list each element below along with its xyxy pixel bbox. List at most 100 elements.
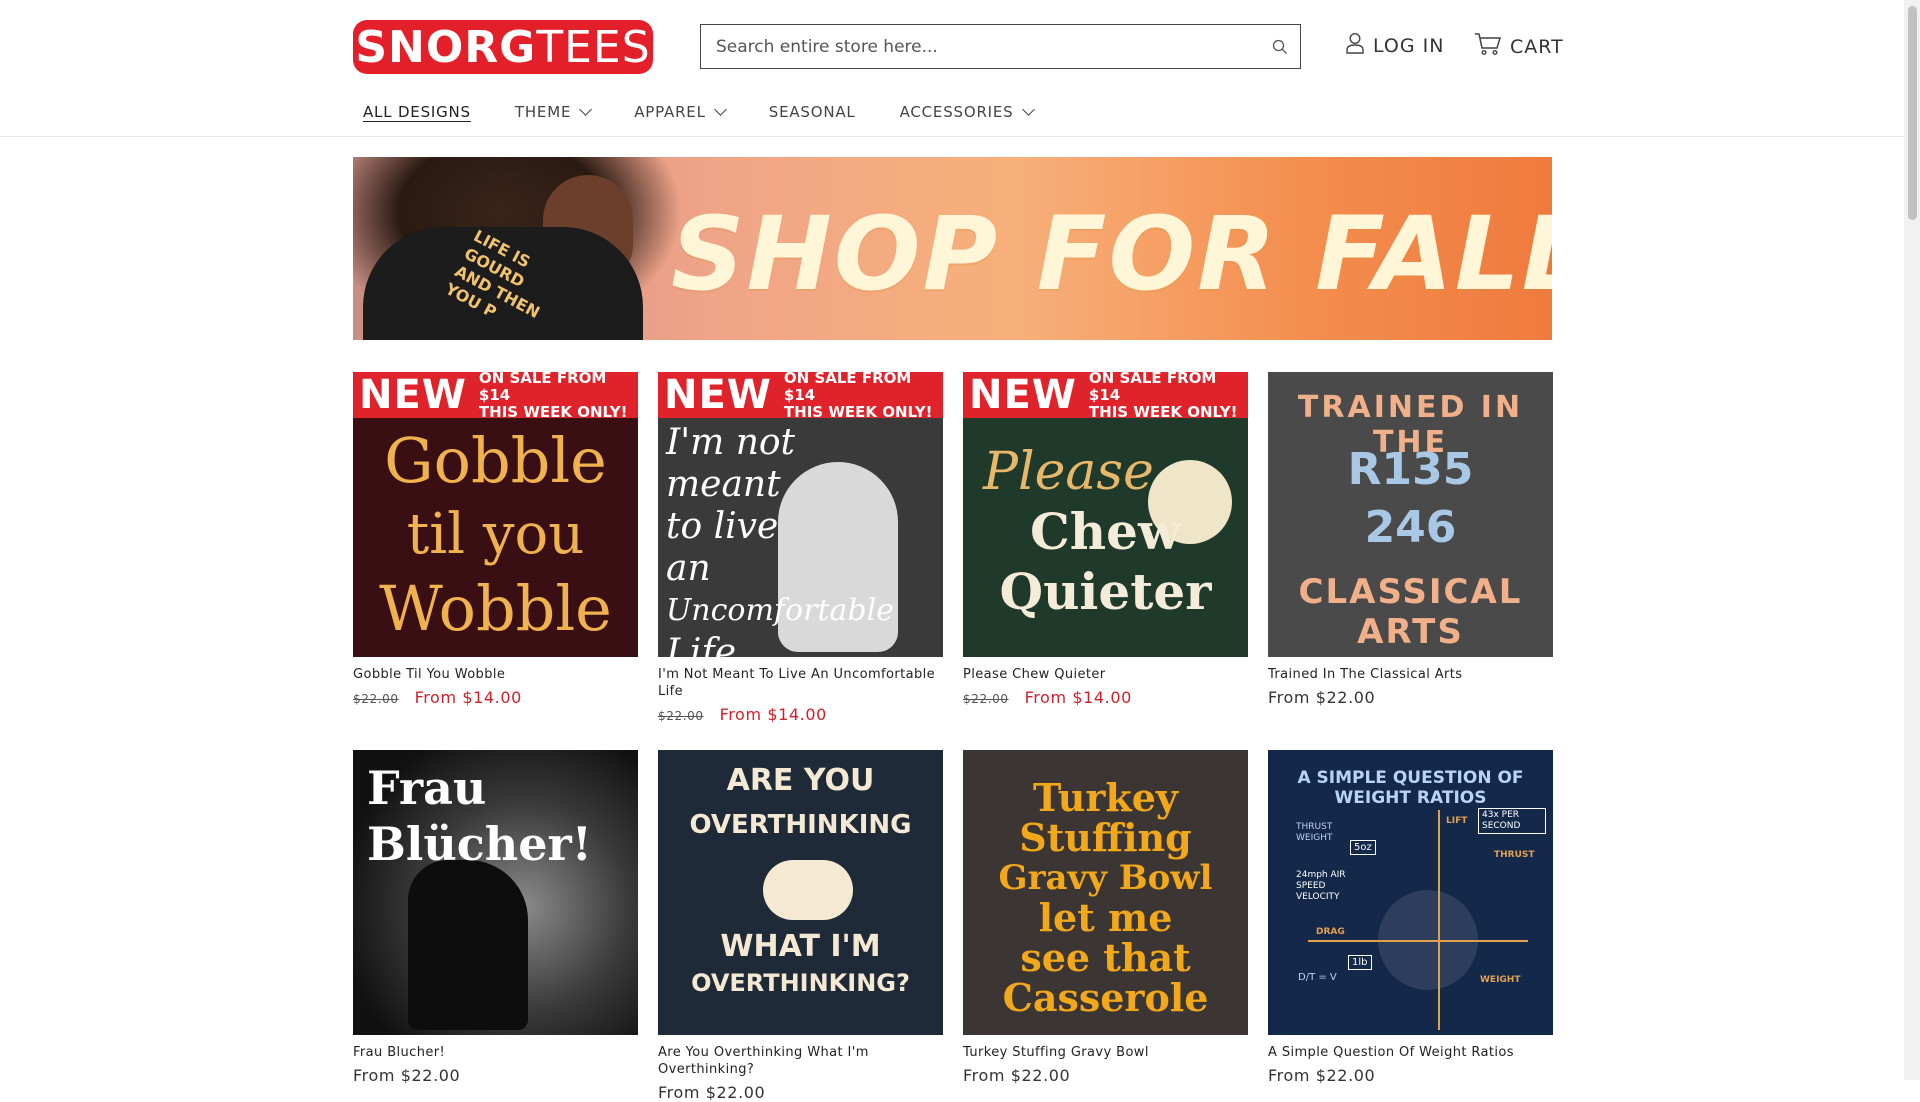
- promo-banner[interactable]: LIFE IS GOURD AND THEN YOU P SHOP FOR FA…: [353, 157, 1552, 340]
- art-text: Gravy Bowl: [998, 858, 1213, 898]
- cart-link[interactable]: CART: [1474, 32, 1564, 61]
- art-text: THRUST WEIGHT: [1296, 822, 1333, 843]
- art-text: ARE YOU: [726, 763, 875, 798]
- main-nav: ALL DESIGNS THEME APPAREL SEASONAL ACCES…: [353, 103, 1077, 121]
- force-arrow: [1438, 810, 1440, 1030]
- product-image[interactable]: NEW ON SALE FROM $14 THIS WEEK ONLY! Gobb…: [353, 372, 638, 657]
- chevron-down-icon: [579, 103, 593, 116]
- art-text: Uncomfortable: [666, 593, 894, 628]
- product-price: From $22.00: [963, 1066, 1248, 1085]
- product-card[interactable]: A SIMPLE QUESTION OF WEIGHT RATIOS THRUS…: [1268, 750, 1553, 1085]
- product-image[interactable]: ARE YOU OVERTHINKING WHAT I'M OVERTHINKI…: [658, 750, 943, 1035]
- page-scrollbar[interactable]: [1904, 0, 1920, 1080]
- product-name[interactable]: Please Chew Quieter: [963, 666, 1248, 683]
- original-price: $22.00: [658, 709, 704, 723]
- nav-item-accessories[interactable]: ACCESSORIES: [899, 103, 1035, 121]
- art-text: 1lb: [1348, 955, 1372, 970]
- product-card[interactable]: Turkey Stuffing Gravy Bowl let me see th…: [963, 750, 1248, 1085]
- cart-icon: [1474, 32, 1502, 61]
- product-art: A SIMPLE QUESTION OF WEIGHT RATIOS: [1268, 768, 1553, 808]
- badge-text: ON SALE FROM $14 THIS WEEK ONLY!: [784, 372, 943, 421]
- original-price: $22.00: [353, 692, 399, 706]
- product-name[interactable]: I'm Not Meant To Live An Uncomfortable L…: [658, 666, 943, 700]
- login-link[interactable]: LOG IN: [1345, 32, 1444, 59]
- price: From $22.00: [1268, 1066, 1376, 1085]
- product-card[interactable]: Frau Blücher! Frau Blucher! From $22.00: [353, 750, 638, 1085]
- art-text: R135: [1347, 444, 1474, 495]
- badge-text: ON SALE FROM $14 THIS WEEK ONLY!: [479, 372, 638, 421]
- art-text: CLASSICAL: [1298, 572, 1523, 612]
- badge-new: NEW: [969, 372, 1077, 418]
- product-name[interactable]: Frau Blucher!: [353, 1044, 638, 1061]
- art-text: A SIMPLE QUESTION OF: [1297, 768, 1524, 788]
- product-image[interactable]: TRAINED IN THE R135 246 CLASSICAL ARTS: [1268, 372, 1553, 657]
- badge-line: ON SALE FROM $14: [1088, 372, 1217, 404]
- nav-item-apparel[interactable]: APPAREL: [634, 103, 727, 121]
- art-text: 24mph AIR SPEED VELOCITY: [1296, 870, 1346, 902]
- art-text: Please: [983, 442, 1154, 502]
- product-card[interactable]: NEW ON SALE FROM $14 THIS WEEK ONLY! I'm …: [658, 372, 943, 724]
- nav-item-label: SEASONAL: [768, 103, 856, 121]
- product-name[interactable]: Gobble Til You Wobble: [353, 666, 638, 683]
- sale-price: From $14.00: [414, 688, 522, 707]
- product-price: From $22.00: [658, 1083, 943, 1102]
- product-image[interactable]: NEW ON SALE FROM $14 THIS WEEK ONLY! I'm …: [658, 372, 943, 657]
- art-text: Life.: [666, 632, 748, 657]
- site-logo[interactable]: SNORG TEES: [353, 20, 653, 74]
- nav-item-label: APPAREL: [634, 103, 706, 121]
- nav-item-label: THEME: [514, 103, 572, 121]
- cart-label: CART: [1510, 35, 1564, 58]
- banner-title: SHOP FOR FALL: [671, 195, 1552, 314]
- nav-item-seasonal[interactable]: SEASONAL: [769, 103, 856, 121]
- logo-bold-text: SNORG: [355, 21, 537, 73]
- art-text: let me: [1038, 895, 1173, 940]
- art-text: Frau: [367, 761, 487, 815]
- art-text: 43x PER SECOND: [1478, 808, 1546, 834]
- search-icon[interactable]: [1260, 27, 1300, 67]
- original-price: $22.00: [963, 692, 1009, 706]
- product-name[interactable]: Turkey Stuffing Gravy Bowl: [963, 1044, 1248, 1061]
- price: From $22.00: [963, 1066, 1071, 1085]
- art-text: 246: [1364, 502, 1457, 553]
- product-card[interactable]: TRAINED IN THE R135 246 CLASSICAL ARTS T…: [1268, 372, 1553, 707]
- art-text: WEIGHT RATIOS: [1334, 788, 1487, 808]
- product-card[interactable]: NEW ON SALE FROM $14 THIS WEEK ONLY! Gobb…: [353, 372, 638, 707]
- art-text: DRAG: [1316, 927, 1345, 937]
- nav-item-theme[interactable]: THEME: [514, 103, 593, 121]
- sale-badge: NEW ON SALE FROM $14 THIS WEEK ONLY!: [658, 372, 943, 421]
- product-name[interactable]: A Simple Question Of Weight Ratios: [1268, 1044, 1553, 1061]
- badge-line: ON SALE FROM $14: [478, 372, 607, 404]
- sale-badge: NEW ON SALE FROM $14 THIS WEEK ONLY!: [963, 372, 1248, 420]
- user-icon: [1345, 32, 1365, 59]
- art-text: Casserole: [1002, 975, 1209, 1020]
- product-image[interactable]: Frau Blücher!: [353, 750, 638, 1035]
- art-text: Blücher!: [367, 817, 592, 871]
- art-text: WEIGHT: [1480, 975, 1521, 985]
- art-text: Turkey: [1032, 775, 1179, 820]
- product-art: Please Chew Quieter: [963, 442, 1248, 622]
- scrollbar-thumb[interactable]: [1908, 6, 1917, 220]
- product-art: I'm not meant to live an Uncomfortable L…: [666, 422, 894, 657]
- horse-illustration: [408, 860, 528, 1030]
- product-image[interactable]: NEW ON SALE FROM $14 THIS WEEK ONLY! Plea…: [963, 372, 1248, 657]
- product-name[interactable]: Are You Overthinking What I'm Overthinki…: [658, 1044, 943, 1078]
- product-image[interactable]: Turkey Stuffing Gravy Bowl let me see th…: [963, 750, 1248, 1035]
- sale-price: From $14.00: [1024, 688, 1132, 707]
- product-card[interactable]: ARE YOU OVERTHINKING WHAT I'M OVERTHINKI…: [658, 750, 943, 1102]
- product-image[interactable]: A SIMPLE QUESTION OF WEIGHT RATIOS THRUS…: [1268, 750, 1553, 1035]
- product-name[interactable]: Trained In The Classical Arts: [1268, 666, 1553, 683]
- art-text: ARTS: [1357, 612, 1464, 652]
- product-price: From $22.00: [1268, 688, 1553, 707]
- art-text: Gobble: [384, 424, 607, 497]
- nav-item-all-designs[interactable]: ALL DESIGNS: [363, 103, 471, 121]
- nav-item-label: ACCESSORIES: [899, 103, 1014, 121]
- badge-new: NEW: [359, 372, 467, 418]
- search-bar: [700, 24, 1301, 69]
- search-input[interactable]: [701, 25, 1260, 68]
- product-card[interactable]: NEW ON SALE FROM $14 THIS WEEK ONLY! Plea…: [963, 372, 1248, 707]
- product-price: From $22.00: [353, 1066, 638, 1085]
- art-text: til you: [406, 502, 585, 567]
- site-header: SNORGTEES LOG IN CART ALL DESIGNS THEME …: [0, 0, 1904, 137]
- art-text: to live: [666, 506, 779, 547]
- art-text: meant: [666, 464, 781, 505]
